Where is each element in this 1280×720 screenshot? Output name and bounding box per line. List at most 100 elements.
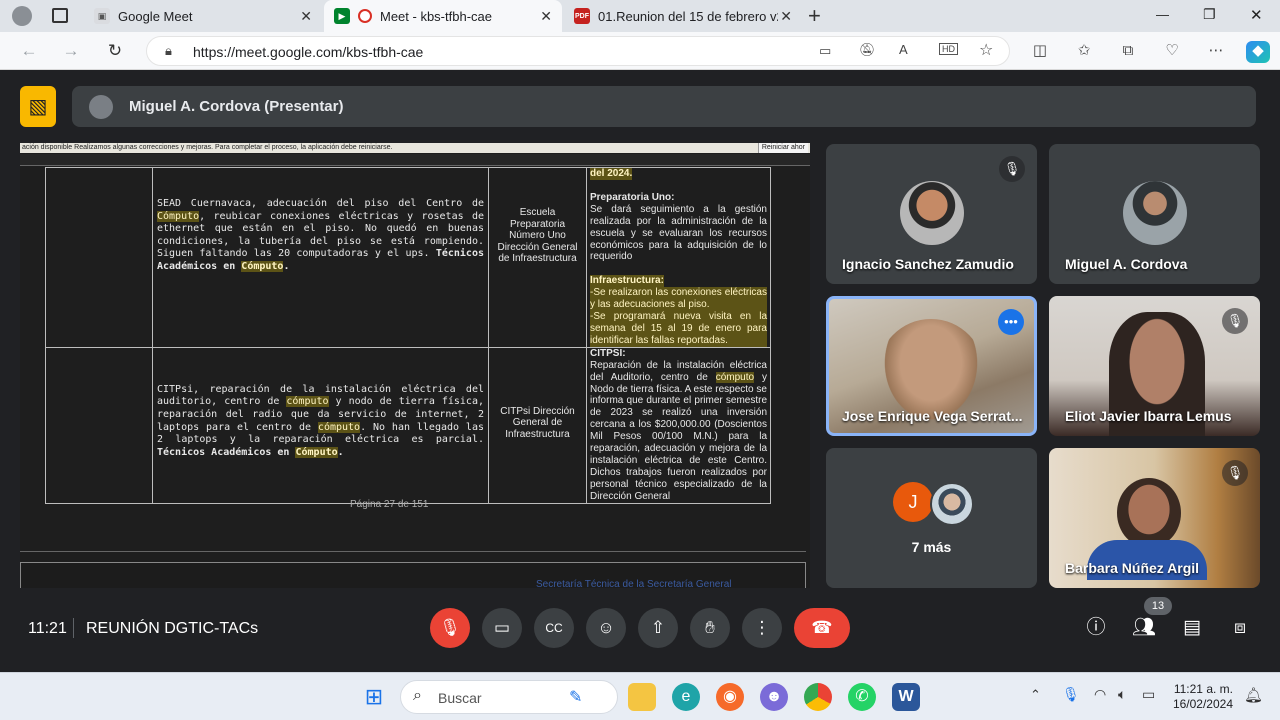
participant-tile[interactable]: 🎙︎ Ignacio Sanchez Zamudio: [826, 144, 1037, 284]
search-icon: ⌕: [413, 687, 422, 704]
meeting-time: 11:21: [28, 620, 67, 637]
recording-icon: [358, 9, 372, 23]
minimize-button[interactable]: —: [1156, 7, 1169, 22]
tray-chevron-icon[interactable]: ⌃: [1030, 687, 1041, 703]
document-ruler: [20, 154, 810, 166]
participant-name: Jose Enrique Vega Serrat...: [842, 408, 1023, 424]
tray-mic-icon[interactable]: 🎙︎: [1062, 686, 1080, 703]
responsible-text: CITPsi Dirección General de Infraestruct…: [500, 405, 575, 440]
reactions-button[interactable]: ☺: [586, 608, 626, 648]
mic-off-icon: 🎙︎: [999, 156, 1025, 182]
table-cell-responsible: CITPsi Dirección General de Infraestruct…: [488, 346, 587, 504]
microphone-toggle-button[interactable]: 🎙︎: [430, 608, 470, 648]
participant-initial-avatar: J: [893, 482, 933, 522]
people-icon[interactable]: 👥︎: [1130, 614, 1158, 642]
favorite-star-icon[interactable]: ☆: [979, 40, 993, 60]
participant-tile[interactable]: Miguel A. Cordova: [1049, 144, 1260, 284]
overflow-participants-tile[interactable]: J 7 más: [826, 448, 1037, 588]
collections-icon[interactable]: ⧉: [1117, 41, 1139, 61]
participant-tile-active-speaker[interactable]: ••• Jose Enrique Vega Serrat...: [826, 296, 1037, 436]
desc-text: .: [337, 446, 344, 458]
profile-icon[interactable]: [12, 6, 32, 26]
close-tab-icon[interactable]: ✕: [780, 8, 792, 25]
chat-icon[interactable]: ▤: [1178, 614, 1206, 642]
read-aloud-icon[interactable]: A: [899, 42, 908, 57]
status-text: -Se programará nueva visita en la semana…: [590, 311, 767, 347]
raise-hand-button[interactable]: ✋︎: [690, 608, 730, 648]
captions-button[interactable]: CC: [534, 608, 574, 648]
copilot-icon[interactable]: ◆: [1246, 41, 1270, 63]
new-tab-button[interactable]: +: [808, 3, 821, 29]
highlight-text: cómputo: [317, 421, 361, 433]
meeting-info-icon[interactable]: ⓘ: [1082, 614, 1110, 642]
edge-icon[interactable]: e: [672, 683, 700, 711]
notifications-blocked-icon[interactable]: 🔕︎: [859, 42, 876, 58]
battery-icon[interactable]: ▭: [1142, 686, 1155, 703]
lock-icon[interactable]: 🔒︎: [165, 43, 172, 59]
reload-icon[interactable]: ↻: [104, 41, 126, 61]
system-clock[interactable]: 11:21 a. m. 16/02/2024: [1173, 682, 1233, 712]
whatsapp-icon[interactable]: ✆: [848, 683, 876, 711]
mic-off-icon: 🎙︎: [1222, 308, 1248, 334]
chrome-icon[interactable]: [804, 683, 832, 711]
close-tab-icon[interactable]: ✕: [540, 8, 552, 25]
hide-presentation-icon[interactable]: ▧: [20, 86, 56, 127]
camera-toggle-button[interactable]: ▭: [482, 608, 522, 648]
favorites-icon[interactable]: ✩: [1073, 41, 1095, 61]
page-number: Página 27 de 151: [350, 499, 429, 510]
more-options-button[interactable]: ⋮: [742, 608, 782, 648]
participant-name: Barbara Núñez Argil: [1065, 560, 1200, 576]
browser-toolbar: ← → ↻ 🔒︎ https://meet.google.com/kbs-tfb…: [0, 32, 1280, 70]
address-bar[interactable]: 🔒︎ https://meet.google.com/kbs-tfbh-cae …: [146, 36, 1010, 66]
taskbar-search[interactable]: ⌕ Buscar ✎: [400, 680, 618, 714]
table-cell-status: CITPSI: Reparación de la instalación elé…: [586, 346, 771, 504]
update-notice: ación disponible Realizamos algunas corr…: [20, 143, 810, 153]
notifications-icon[interactable]: 🔔︎: [1244, 686, 1263, 704]
windows-taskbar: ⊞ ⌕ Buscar ✎ e ◉ ☻ ✆ W ⌃ 🎙︎ ◠ 🔈︎ ▭ 11:21…: [0, 672, 1280, 720]
leave-call-button[interactable]: ☎︎: [794, 608, 850, 648]
teams-icon[interactable]: ☻: [760, 683, 788, 711]
more-options-icon[interactable]: •••: [998, 309, 1024, 335]
forward-icon[interactable]: →: [60, 41, 82, 61]
table-row: CITPsi, reparación de la instalación elé…: [45, 346, 771, 504]
volume-icon[interactable]: 🔈︎: [1118, 686, 1126, 703]
tab-title: Google Meet: [118, 8, 193, 24]
close-window-button[interactable]: ✕: [1250, 6, 1263, 24]
status-text: y Nodo de tierra física. A este respecto…: [590, 371, 767, 502]
browser-essentials-icon[interactable]: ♡: [1161, 41, 1183, 61]
desc-text: .: [283, 260, 290, 272]
next-page-header: Secretaría Técnica de la Secretaría Gene…: [536, 579, 732, 588]
status-text: -Se realizaron las conexiones eléctricas…: [590, 287, 767, 312]
firefox-icon[interactable]: ◉: [716, 683, 744, 711]
restore-button[interactable]: ❐: [1203, 6, 1216, 23]
close-tab-icon[interactable]: ✕: [300, 8, 312, 25]
highlight-text: Cómputo: [295, 446, 338, 458]
tab-actions-icon[interactable]: [52, 8, 68, 23]
table-cell-status: del 2024. Preparatoria Uno: Se dará segu…: [586, 167, 771, 348]
mic-off-icon: 🎙︎: [1222, 460, 1248, 486]
word-icon[interactable]: W: [892, 683, 920, 711]
participant-tile[interactable]: 🎙︎ Barbara Núñez Argil: [1049, 448, 1260, 588]
back-icon[interactable]: ←: [18, 41, 40, 61]
wifi-icon[interactable]: ◠: [1094, 686, 1106, 703]
search-placeholder: Buscar: [438, 690, 482, 706]
table-cell-description: CITPsi, reparación de la instalación elé…: [152, 346, 489, 504]
start-icon[interactable]: ⊞: [360, 683, 388, 711]
activities-icon[interactable]: ⧈: [1226, 614, 1254, 642]
table-cell: [45, 167, 153, 348]
participant-tile[interactable]: 🎙︎ Eliot Javier Ibarra Lemus: [1049, 296, 1260, 436]
meeting-title: REUNIÓN DGTIC-TACs: [86, 620, 259, 637]
status-heading: Infraestructura:: [590, 275, 664, 288]
tab-meet-active[interactable]: ▶ Meet - kbs-tfbh-cae ✕: [324, 0, 562, 32]
tab-google-meet[interactable]: ▣ Google Meet ✕: [84, 0, 322, 32]
tab-pdf[interactable]: PDF 01.Reunion del 15 de febrero v2. ✕: [564, 0, 802, 32]
present-screen-button[interactable]: ⇧: [638, 608, 678, 648]
hd-icon[interactable]: HD: [939, 43, 958, 55]
split-screen-icon[interactable]: ◫: [1029, 41, 1051, 61]
more-options-icon[interactable]: ⋯: [1205, 41, 1227, 61]
system-time: 11:21 a. m.: [1173, 682, 1233, 696]
participant-avatar: [1123, 181, 1187, 245]
file-explorer-icon[interactable]: [628, 683, 656, 711]
camera-in-use-icon[interactable]: ▭: [819, 43, 831, 59]
responsible-text: Escuela Preparatoria Número Uno Direcció…: [497, 207, 578, 264]
